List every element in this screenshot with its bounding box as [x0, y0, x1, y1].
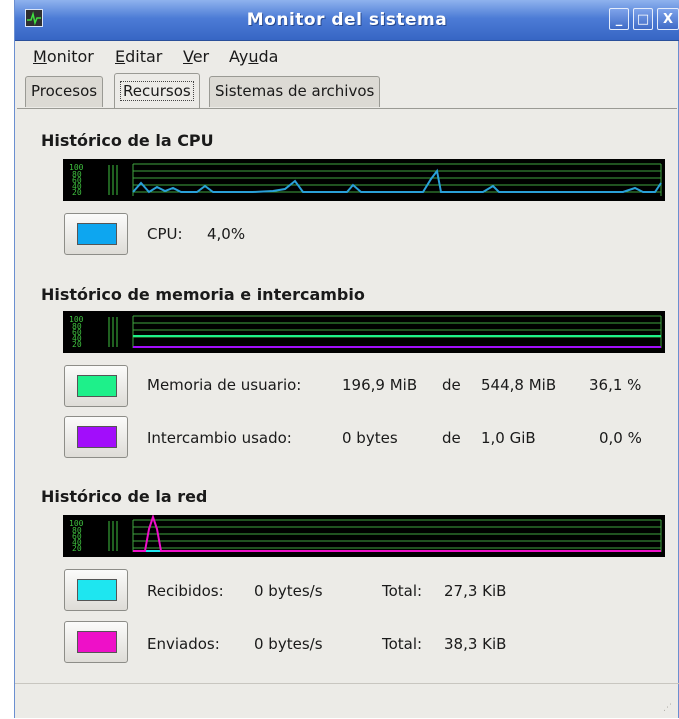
minimize-button[interactable]: _ [609, 8, 629, 30]
memory-user-label: Memoria de usuario: [147, 376, 302, 394]
tab-label: Procesos [31, 82, 98, 100]
memory-swap-total: 1,0 GiB [481, 429, 536, 447]
memory-swap-used: 0 bytes [342, 429, 398, 447]
memory-swap-color-button[interactable] [64, 416, 128, 458]
memory-swap-color-swatch [77, 426, 117, 448]
menu-editar[interactable]: Editar [115, 47, 162, 66]
network-received-color-button[interactable] [64, 569, 128, 611]
network-section-title: Histórico de la red [41, 487, 208, 506]
network-sent-color-button[interactable] [64, 621, 128, 663]
network-received-total: 27,3 KiB [444, 582, 507, 600]
cpu-usage-trace [132, 168, 662, 194]
network-received-rate: 0 bytes/s [254, 582, 323, 600]
cpu-color-swatch [77, 223, 117, 245]
tab-label: Recursos [120, 81, 194, 101]
network-sent-rate: 0 bytes/s [254, 635, 323, 653]
memory-swap-of: de [442, 429, 461, 447]
close-icon: X [662, 12, 674, 27]
network-received-total-label: Total: [382, 582, 423, 600]
tab-procesos[interactable]: Procesos [25, 76, 104, 107]
memory-user-percent: 36,1 % [589, 376, 642, 394]
network-sent-label: Enviados: [147, 635, 220, 653]
memory-section-title: Histórico de memoria e intercambio [41, 285, 365, 304]
network-graph-svg: 100 80 60 40 20 [69, 515, 662, 553]
network-tick-20: 20 [72, 544, 82, 553]
menu-ayuda[interactable]: Ayuda [229, 47, 278, 66]
titlebar[interactable]: Monitor del sistema _ □ X [15, 0, 679, 41]
tab-recursos[interactable]: Recursos [114, 73, 200, 109]
cpu-graph-svg: 100 80 60 40 20 [69, 163, 662, 197]
memory-swap-percent: 0,0 % [599, 429, 642, 447]
resize-grip-icon[interactable]: ⋰ [663, 703, 673, 713]
cpu-color-button[interactable] [64, 213, 128, 255]
cpu-label: CPU: [147, 225, 183, 243]
memory-user-total: 544,8 MiB [481, 376, 557, 394]
close-button[interactable]: X [657, 8, 679, 30]
maximize-icon: □ [636, 12, 650, 27]
memory-tick-20: 20 [72, 340, 82, 349]
network-received-label: Recibidos: [147, 582, 224, 600]
tab-bar: Procesos Recursos Sistemas de archivos [15, 71, 679, 109]
window-title: Monitor del sistema [246, 10, 448, 30]
network-received-color-swatch [77, 579, 117, 601]
memory-history-graph: 100 80 60 40 20 [63, 311, 665, 353]
memory-graph-svg: 100 80 60 40 20 [69, 315, 662, 349]
maximize-button[interactable]: □ [633, 8, 653, 30]
memory-user-color-swatch [77, 375, 117, 397]
tab-sistemas-de-archivos[interactable]: Sistemas de archivos [209, 76, 381, 107]
memory-user-of: de [442, 376, 461, 394]
cpu-history-graph: 100 80 60 40 20 [63, 159, 665, 201]
resources-panel: Histórico de la CPU 100 80 60 40 20 CPU:… [17, 108, 677, 683]
tab-label: Sistemas de archivos [215, 82, 375, 100]
memory-user-used: 196,9 MiB [342, 376, 418, 394]
menu-monitor[interactable]: Monitor [33, 47, 94, 66]
system-monitor-window: Monitor del sistema _ □ X Monitor Editar… [14, 0, 679, 718]
cpu-tick-20: 20 [72, 188, 82, 197]
network-history-graph: 100 80 60 40 20 [63, 515, 665, 557]
memory-user-color-button[interactable] [64, 365, 128, 407]
network-sent-total: 38,3 KiB [444, 635, 507, 653]
cpu-section-title: Histórico de la CPU [41, 131, 214, 150]
minimize-icon: _ [615, 12, 623, 27]
memory-swap-label: Intercambio usado: [147, 429, 292, 447]
network-sent-color-swatch [77, 631, 117, 653]
status-bar: ⋰ [15, 683, 679, 719]
menubar: Monitor Editar Ver Ayuda [15, 41, 679, 71]
network-sent-total-label: Total: [382, 635, 423, 653]
menu-ver[interactable]: Ver [183, 47, 209, 66]
cpu-value: 4,0% [207, 225, 246, 243]
